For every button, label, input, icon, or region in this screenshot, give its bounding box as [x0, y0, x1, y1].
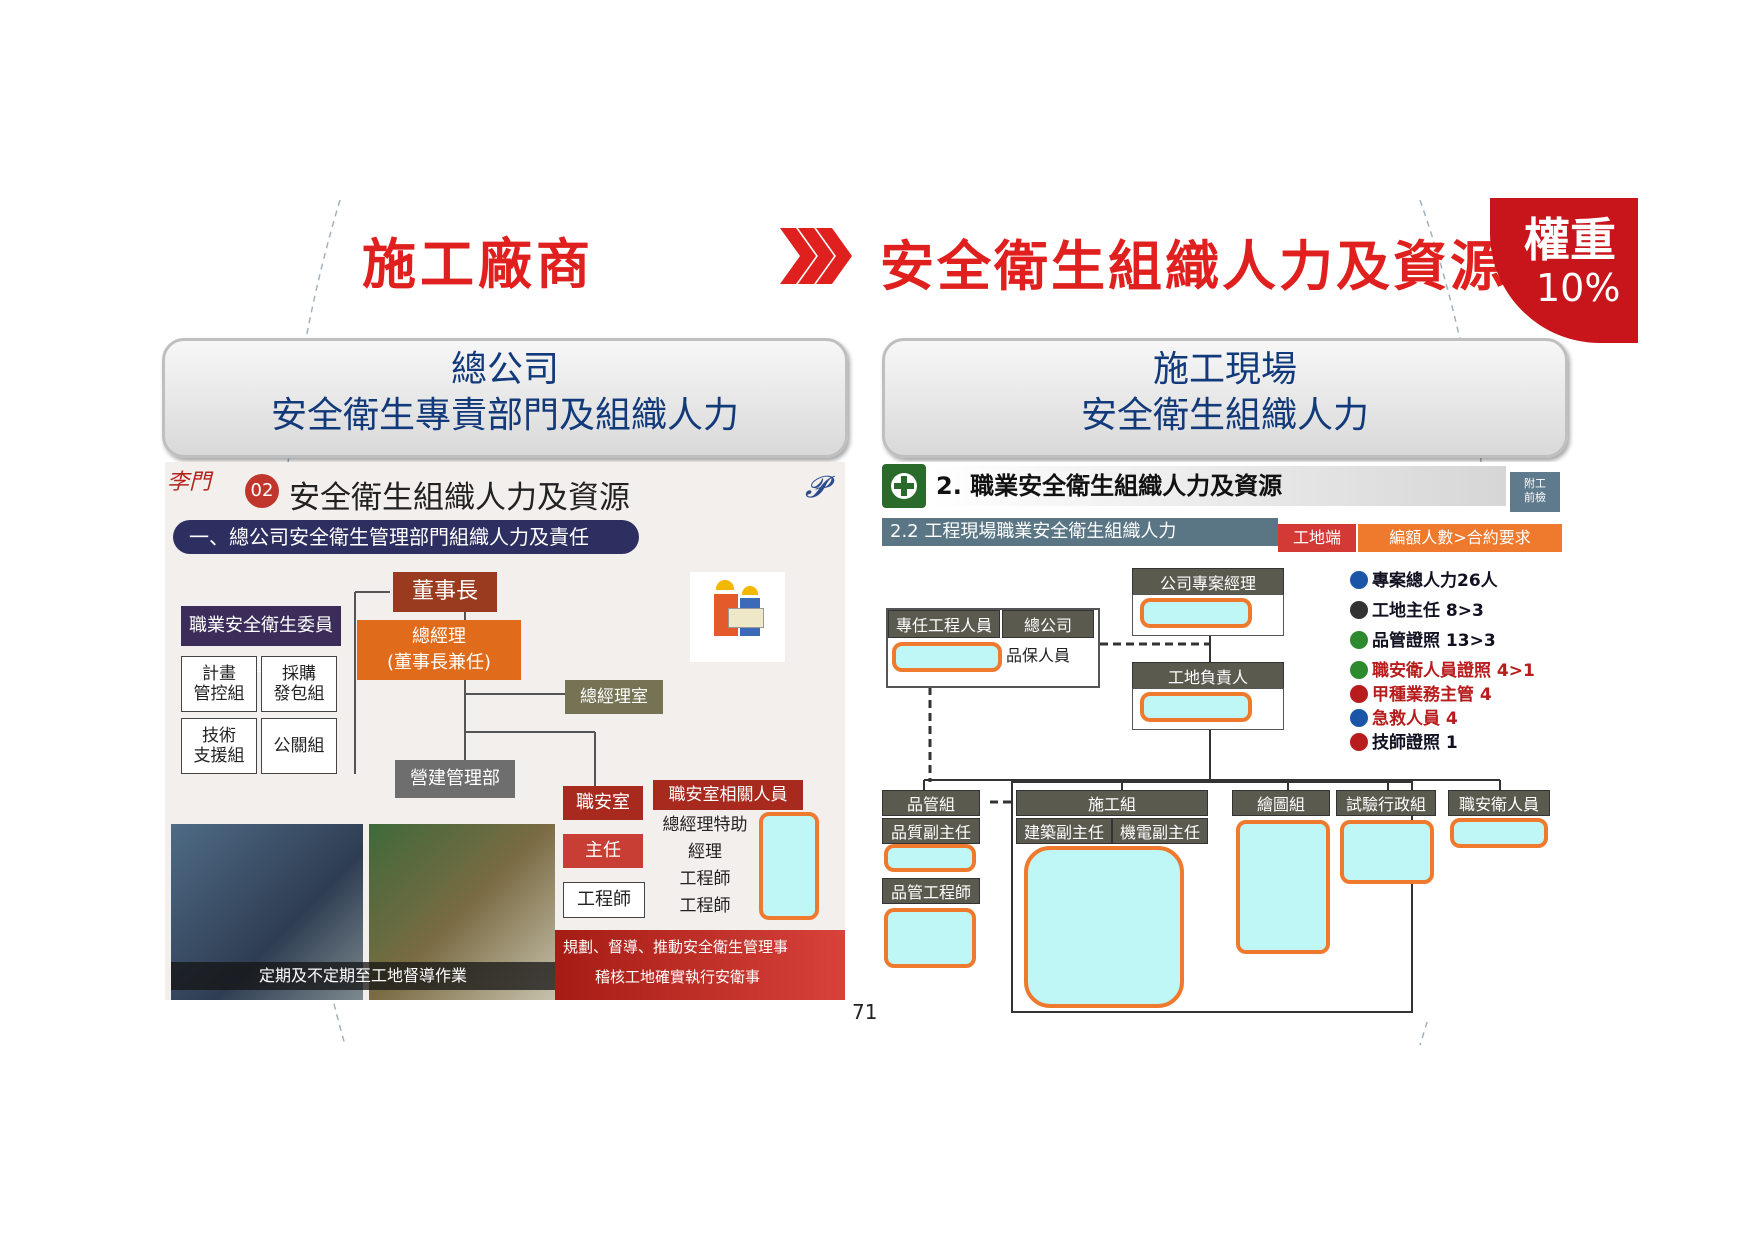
director-box: 主任 — [563, 834, 643, 868]
staff-item: 總經理特助 — [662, 815, 748, 835]
committee-box: 職業安全衛生委員會 — [181, 606, 341, 676]
hq-pill-line2: 安全衛生專責部門及組織人力 — [270, 395, 739, 436]
site-pill-line2: 安全衛生組織人力 — [1080, 395, 1369, 436]
staff-header: 職安室相關人員 — [653, 780, 803, 810]
hq-header-pill: 總公司 安全衛生專責部門及組織人力 — [162, 338, 848, 458]
legend-qc-license: 品管證照 13>3 — [1350, 626, 1496, 651]
gm-box: 總經理 (董事長兼任) — [357, 620, 521, 680]
legend-first-aid: 急救人員 4 — [1350, 704, 1458, 729]
construction-dept-box: 營建管理部 — [395, 760, 515, 798]
tech-support-group-box: 技術 支援組 — [181, 718, 257, 774]
staff-item: 經理 — [688, 842, 722, 862]
engineer-box: 工程師 — [563, 882, 645, 918]
weight-label: 權重 — [1524, 213, 1616, 267]
legend-text: 技師證照 1 — [1372, 733, 1458, 753]
site-header-pill: 施工現場 安全衛生組織人力 — [882, 338, 1568, 458]
redacted-safety-staff — [1450, 818, 1548, 848]
hq-label: 總公司 — [1002, 610, 1094, 638]
redacted-testing-staff — [1340, 820, 1434, 884]
qc-sub-deputy: 品質副主任 — [882, 818, 980, 844]
legend-total-staff: 專案總人力26人 — [1350, 566, 1498, 591]
legend-site-director: 工地主任 8>3 — [1350, 596, 1484, 621]
qa-person-label: 品保人員 — [1006, 646, 1071, 665]
site-pill-line1: 施工現場 — [1152, 349, 1297, 390]
left-title: 施工廠商 — [362, 233, 594, 296]
tech-l2: 支援組 — [193, 746, 245, 766]
right-title: 安全衛生組織人力及資源 — [880, 235, 1507, 298]
page-number: 71 — [852, 1000, 878, 1024]
legend-text: 甲種業務主管 4 — [1372, 685, 1492, 705]
gm-line2: (董事長兼任) — [386, 652, 492, 673]
site-slide: 2. 職業安全衛生組織人力及資源 附工 前檢 2.2 工程現場職業安全衛生組織人… — [880, 462, 1570, 1022]
gm-office-box: 總經理室 — [565, 680, 663, 714]
redacted-qc-deputy — [884, 844, 976, 872]
team-icon — [1350, 571, 1368, 589]
legend-text: 專案總人力26人 — [1372, 571, 1498, 591]
redacted-drafting-staff — [1236, 820, 1330, 954]
engineer-label: 專任工程人員 — [888, 610, 1000, 638]
photo-caption: 定期及不定期至工地督導作業 — [171, 962, 555, 990]
redacted-manager-name — [1140, 598, 1252, 628]
build-sub-deputy: 建築副主任 — [1016, 818, 1112, 844]
planning-l2: 管控組 — [193, 684, 245, 704]
redacted-staff-names — [759, 812, 819, 920]
responsibility-banner: 規劃、督導、推動安全衛生管理事 稽核工地確實執行安衛事 — [555, 930, 845, 1000]
procurement-l2: 發包組 — [273, 684, 325, 704]
chairman-box: 董事長 — [393, 572, 497, 612]
supervisor-icon — [1350, 685, 1368, 703]
legend-engineer-license: 技師證照 1 — [1350, 728, 1458, 753]
responsibility-line1: 規劃、督導、推動安全衛生管理事 — [563, 938, 789, 956]
weight-value: 10% — [1536, 266, 1621, 310]
first-aid-icon — [1350, 709, 1368, 727]
redacted-engineer-name — [892, 642, 1002, 672]
planning-l1: 計畫 — [202, 664, 236, 684]
group-safety-staff: 職安衛人員 — [1448, 790, 1550, 816]
legend-text: 工地主任 8>3 — [1372, 601, 1484, 621]
company-manager-label: 公司專案經理 — [1132, 568, 1284, 596]
gm-line1: 總經理 — [412, 626, 466, 647]
legend-safety-license: 職安衛人員證照 4>1 — [1350, 656, 1535, 681]
triple-chevron-icon — [780, 228, 852, 284]
qc-icon — [1350, 631, 1368, 649]
director-icon — [1350, 601, 1368, 619]
hq-slide: 李門 02 安全衛生組織人力及資源 𝓟 一、總公司安全衛生管理部門組織人力及責任… — [165, 462, 845, 1000]
redacted-construction-staff — [1024, 846, 1184, 1008]
staff-list: 總經理特助 經理 工程師 工程師 — [653, 812, 757, 920]
tech-l1: 技術 — [202, 726, 236, 746]
group-testing-admin: 試驗行政組 — [1336, 790, 1436, 816]
staff-item: 工程師 — [679, 869, 731, 889]
safety-license-icon — [1350, 661, 1368, 679]
redacted-director-name — [1140, 692, 1252, 722]
site-director-label: 工地負責人 — [1132, 662, 1284, 690]
responsibility-line2: 稽核工地確實執行安衛事 — [595, 968, 761, 986]
procurement-l1: 採購 — [282, 664, 316, 684]
safety-office-box: 職安室 — [563, 786, 643, 820]
redacted-qc-engineers — [884, 908, 976, 968]
site-org-lines — [923, 632, 1501, 1013]
engineer-license-icon — [1350, 733, 1368, 751]
pr-group-box: 公關組 — [261, 718, 337, 774]
group-qc: 品管組 — [882, 790, 980, 816]
legend-supervisor: 甲種業務主管 4 — [1350, 680, 1492, 705]
electrical-sub-deputy: 機電副主任 — [1112, 818, 1208, 844]
legend-text: 品管證照 13>3 — [1372, 631, 1496, 651]
procurement-group-box: 採購 發包組 — [261, 656, 337, 712]
workers-illustration — [690, 572, 785, 662]
hq-pill-line1: 總公司 — [450, 349, 559, 390]
legend-text: 職安衛人員證照 4>1 — [1372, 661, 1535, 681]
planning-group-box: 計畫 管控組 — [181, 656, 257, 712]
group-drafting: 繪圖組 — [1232, 790, 1330, 816]
group-construction: 施工組 — [1016, 790, 1208, 816]
qc-sub-engineer: 品管工程師 — [882, 878, 980, 904]
legend-text: 急救人員 4 — [1372, 709, 1458, 729]
staff-item: 工程師 — [679, 896, 731, 916]
